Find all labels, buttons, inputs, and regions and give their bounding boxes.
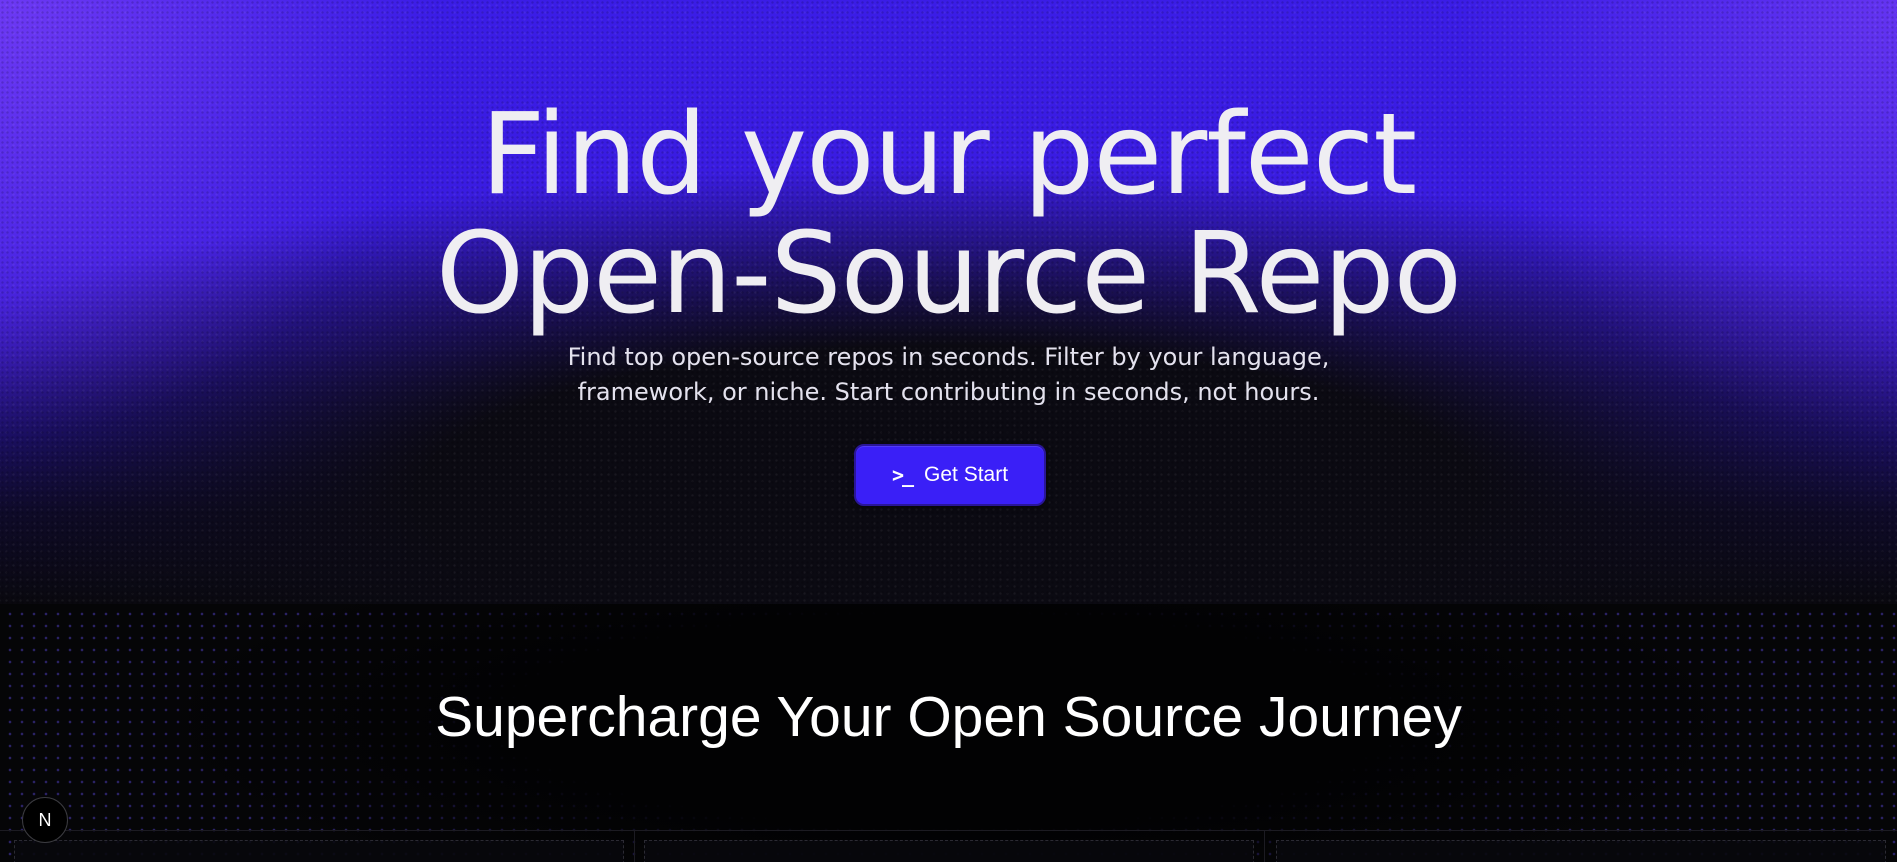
feature-card bbox=[14, 840, 624, 862]
features-divider bbox=[0, 830, 1897, 831]
column-divider bbox=[1264, 830, 1265, 862]
features-section: Supercharge Your Open Source Journey bbox=[0, 604, 1897, 862]
terminal-prompt-icon: >_ bbox=[891, 463, 914, 487]
features-title: Supercharge Your Open Source Journey bbox=[435, 685, 1462, 749]
feature-card bbox=[644, 840, 1254, 862]
hero-title-line-2: Open-Source Repo bbox=[435, 209, 1462, 339]
hero-subtitle: Find top open-source repos in seconds. F… bbox=[0, 340, 1897, 410]
hero-title: Find your perfect Open-Source Repo bbox=[0, 96, 1897, 334]
hero-title-line-1: Find your perfect bbox=[480, 90, 1417, 220]
page: Find your perfect Open-Source Repo Find … bbox=[0, 0, 1897, 862]
nextjs-logo-icon[interactable]: N bbox=[22, 797, 68, 843]
get-start-label: Get Start bbox=[924, 463, 1009, 486]
get-start-button[interactable]: >_ Get Start bbox=[854, 444, 1046, 506]
hero-section: Find your perfect Open-Source Repo Find … bbox=[0, 0, 1897, 604]
hero-subtitle-line-1: Find top open-source repos in seconds. F… bbox=[567, 343, 1330, 371]
feature-card bbox=[1276, 840, 1886, 862]
column-divider bbox=[634, 830, 635, 862]
hero-subtitle-line-2: framework, or niche. Start contributing … bbox=[577, 378, 1320, 406]
